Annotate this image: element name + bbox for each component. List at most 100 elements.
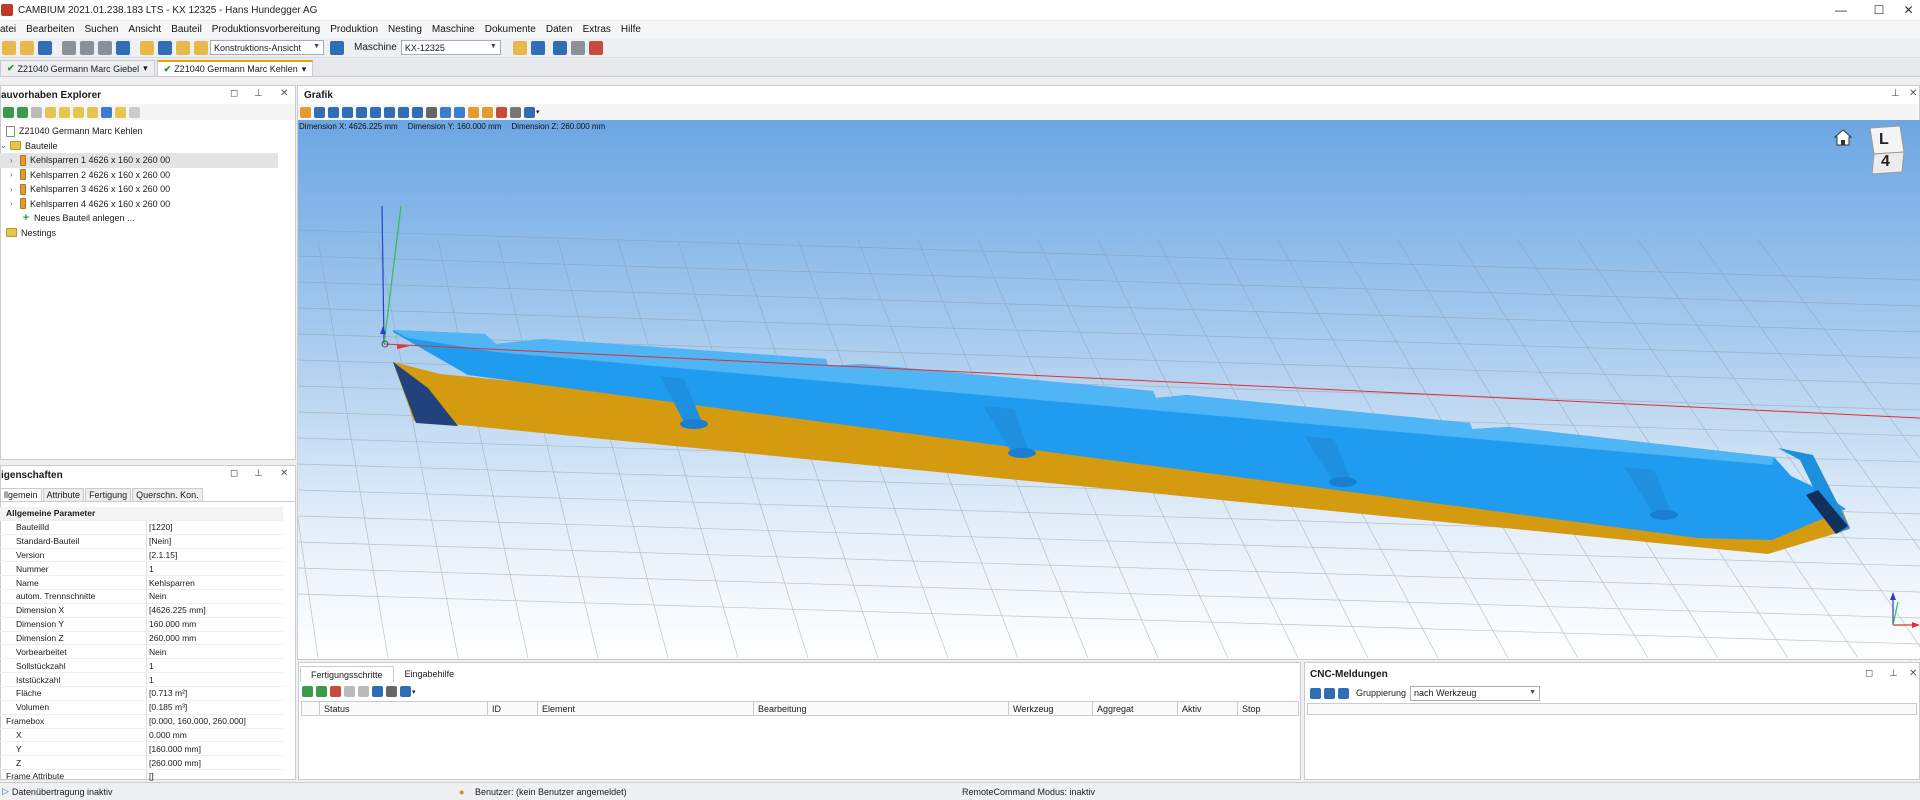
property-value[interactable]: 260.000 mm xyxy=(147,633,196,643)
eraser-icon[interactable] xyxy=(495,106,507,118)
list-icon[interactable] xyxy=(343,686,355,697)
view-top-icon[interactable] xyxy=(383,106,395,118)
property-row[interactable]: Fläche [0.713 m²] xyxy=(0,686,283,701)
machine-icon[interactable] xyxy=(1309,687,1321,699)
chevron-down-icon[interactable]: ▾ xyxy=(143,63,148,74)
property-row[interactable]: Name Kehlsparren xyxy=(0,576,283,591)
property-row[interactable]: Version [2.1.15] xyxy=(0,548,283,563)
grouping-select[interactable]: nach Werkzeug ▼ xyxy=(1410,685,1541,701)
property-row[interactable]: autom. Trennschnitte Nein xyxy=(0,590,283,604)
collapse-arrow-icon[interactable]: ⌄ xyxy=(0,141,8,150)
tab-eingabehilfe[interactable]: Eingabehilfe xyxy=(394,666,466,682)
view-icon-1[interactable] xyxy=(140,40,154,55)
float-icon[interactable]: ◻ xyxy=(230,468,238,479)
tree-node-kehlsparren-3[interactable]: › Kehlsparren 3 4626 x 160 x 260 00 xyxy=(0,182,295,197)
cancel-icon[interactable] xyxy=(588,40,603,55)
float-icon[interactable]: ◻ xyxy=(1865,668,1873,679)
property-row[interactable]: Sollstückzahl 1 xyxy=(0,659,283,674)
float-icon[interactable]: ◻ xyxy=(230,88,238,99)
property-row[interactable]: Standard-Bauteil [Nein] xyxy=(0,534,283,549)
pan-icon[interactable] xyxy=(439,106,451,118)
property-value[interactable]: [1220] xyxy=(147,522,173,532)
column-header-stop[interactable]: Stop xyxy=(1238,702,1298,715)
expand-arrow-icon[interactable]: › xyxy=(10,170,18,179)
tree-node-new-part[interactable]: + Neues Bauteil anlegen ... xyxy=(0,211,295,226)
machine-icon[interactable] xyxy=(530,40,545,55)
menu-dokumente[interactable]: Dokumente xyxy=(480,24,541,35)
property-value[interactable]: Nein xyxy=(147,647,166,657)
render-icon[interactable] xyxy=(509,106,521,118)
arrow-down-icon[interactable] xyxy=(301,686,313,697)
tree-node-nestings[interactable]: Nestings xyxy=(0,226,295,241)
options-icon[interactable] xyxy=(399,686,411,697)
folder-tree-icon[interactable] xyxy=(58,106,70,118)
property-value[interactable]: Nein xyxy=(147,591,166,601)
tree-icon[interactable] xyxy=(1323,687,1335,699)
collapse-icon[interactable] xyxy=(86,106,98,118)
property-row[interactable]: X 0.000 mm xyxy=(0,728,283,743)
expand-icon[interactable] xyxy=(72,106,84,118)
filter-icon[interactable] xyxy=(128,106,140,118)
close-icon[interactable]: ✕ xyxy=(1897,0,1920,20)
property-value[interactable]: [Nein] xyxy=(147,536,171,546)
hand-icon[interactable] xyxy=(512,40,527,55)
tab-querschnitt[interactable]: Querschn. Kon. xyxy=(132,488,203,501)
tab-fertigung[interactable]: Fertigung xyxy=(85,488,132,501)
rotate-icon[interactable] xyxy=(453,106,465,118)
property-value[interactable]: Kehlsparren xyxy=(147,578,195,588)
menu-ansicht[interactable]: Ansicht xyxy=(123,24,166,35)
view-cube-front-label[interactable]: 4 xyxy=(1881,153,1890,171)
copy-icon[interactable] xyxy=(357,686,369,697)
measure-icon[interactable] xyxy=(467,106,479,118)
tab-allgemein[interactable]: llgemein xyxy=(0,488,42,501)
new-file-icon[interactable] xyxy=(2,40,16,55)
menu-bauteil[interactable]: Bauteil xyxy=(166,24,207,35)
chevron-down-icon[interactable]: ▾ xyxy=(536,108,540,116)
select-cursor-icon[interactable] xyxy=(299,106,311,118)
close-icon[interactable]: ✕ xyxy=(280,468,288,479)
view-right-icon[interactable] xyxy=(369,106,381,118)
cut-icon[interactable] xyxy=(62,40,76,55)
stop-icon[interactable] xyxy=(329,686,341,697)
menu-nesting[interactable]: Nesting xyxy=(383,24,427,35)
expand-arrow-icon[interactable]: › xyxy=(10,185,18,194)
close-icon[interactable]: ✕ xyxy=(280,88,288,99)
pin-icon[interactable]: ⊥ xyxy=(254,88,263,99)
maximize-icon[interactable]: ☐ xyxy=(1857,0,1901,20)
property-row[interactable]: Volumen [0.185 m³] xyxy=(0,700,283,715)
expand-arrow-icon[interactable]: › xyxy=(10,156,18,165)
paste-icon[interactable] xyxy=(98,40,112,55)
display-mode-icon[interactable] xyxy=(523,106,535,118)
property-value[interactable]: [160.000 mm] xyxy=(147,744,201,754)
menu-daten[interactable]: Daten xyxy=(541,24,578,35)
settings-icon[interactable] xyxy=(114,106,126,118)
view-cube-top-label[interactable]: L xyxy=(1879,131,1889,149)
up-icon[interactable] xyxy=(16,106,28,118)
tab-fertigungsschritte[interactable]: Fertigungsschritte xyxy=(300,666,394,682)
menu-bearbeiten[interactable]: Bearbeiten xyxy=(21,24,79,35)
color-icon[interactable] xyxy=(481,106,493,118)
view-select[interactable]: Konstruktions-Ansicht ▼ xyxy=(210,40,324,55)
view-front-icon[interactable] xyxy=(327,106,339,118)
display-icon[interactable] xyxy=(570,40,585,55)
machine-icon[interactable] xyxy=(371,686,383,697)
close-icon[interactable]: ✕ xyxy=(1909,668,1917,679)
column-header-aktiv[interactable]: Aktiv xyxy=(1178,702,1238,715)
menu-hilfe[interactable]: Hilfe xyxy=(616,24,646,35)
tab-attribute[interactable]: Attribute xyxy=(42,488,85,501)
close-icon[interactable]: ✕ xyxy=(1909,88,1917,99)
tree-node-kehlsparren-1[interactable]: › Kehlsparren 1 4626 x 160 x 260 00 xyxy=(0,153,278,168)
view-back-icon[interactable] xyxy=(341,106,353,118)
menu-suchen[interactable]: Suchen xyxy=(80,24,124,35)
open-folder-icon[interactable] xyxy=(20,40,34,55)
network-icon[interactable] xyxy=(552,40,567,55)
property-value[interactable]: 0.000 mm xyxy=(147,730,187,740)
property-row[interactable]: Vorbearbeitet Nein xyxy=(0,645,283,660)
delete-icon[interactable] xyxy=(116,40,130,55)
property-group-header[interactable]: Allgemeine Parameter xyxy=(0,507,283,521)
property-row[interactable]: BauteilId [1220] xyxy=(0,520,283,535)
menu-maschine[interactable]: Maschine xyxy=(427,24,480,35)
property-row[interactable]: Framebox [0.000, 160.000, 260.000] xyxy=(0,714,283,729)
beam-model[interactable] xyxy=(393,330,1850,554)
doc-tab-giebel[interactable]: ✔ Z21040 Germann Marc Giebel ▾ xyxy=(0,60,155,76)
